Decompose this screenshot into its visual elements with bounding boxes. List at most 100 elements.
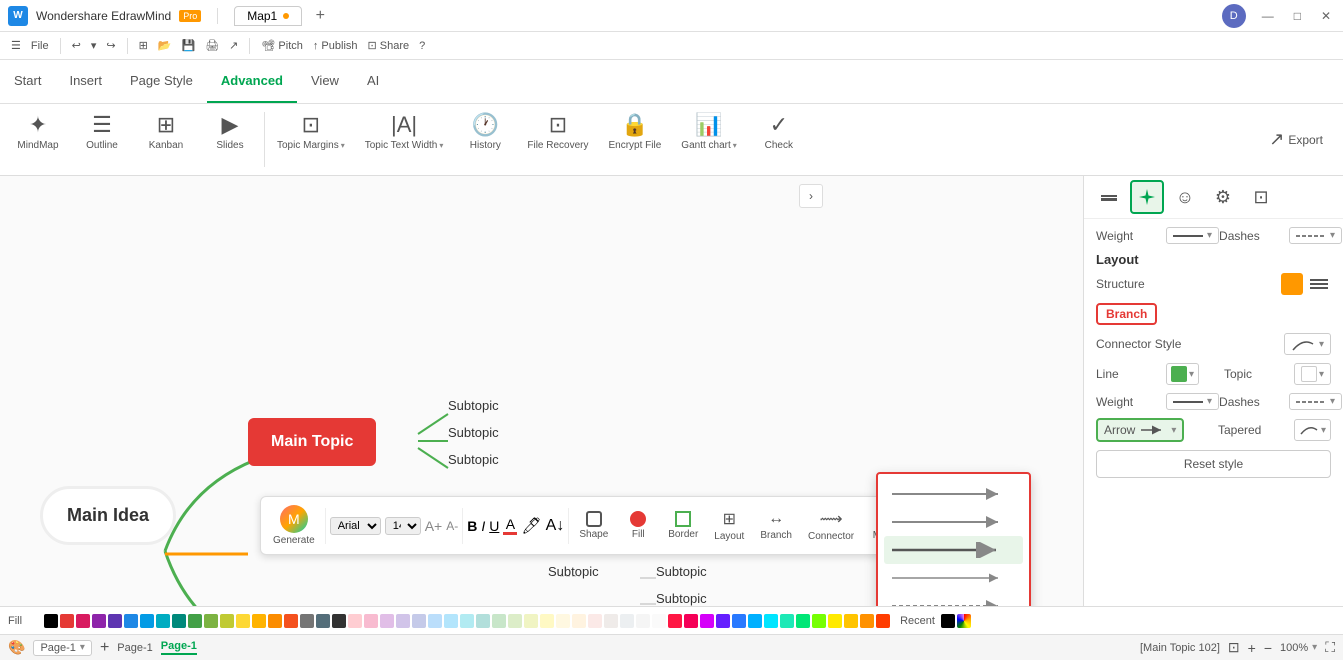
color-swatch[interactable] — [780, 614, 794, 628]
line-color-control[interactable]: ▾ — [1166, 363, 1199, 385]
menu-button[interactable]: ☰ — [8, 37, 24, 54]
color-swatch[interactable] — [588, 614, 602, 628]
color-swatch[interactable] — [860, 614, 874, 628]
color-swatch[interactable] — [268, 614, 282, 628]
help-button[interactable]: ? — [416, 38, 428, 54]
subtopic-3[interactable]: Subtopic — [448, 452, 499, 467]
color-swatch[interactable] — [188, 614, 202, 628]
dashes-selector[interactable]: ▾ — [1289, 227, 1342, 244]
color-swatch[interactable] — [396, 614, 410, 628]
share-text-button[interactable]: ⊡ Share — [365, 37, 413, 54]
panel-tab-more[interactable]: ⊡ — [1244, 180, 1278, 214]
fill-button[interactable]: Fill — [618, 507, 658, 544]
branch-weight-control[interactable]: ▾ — [1166, 393, 1219, 410]
color-swatch[interactable] — [284, 614, 298, 628]
weight-control[interactable]: ▾ — [1166, 227, 1219, 244]
topic-selector[interactable]: ▾ — [1294, 363, 1331, 385]
page-dropdown-arrow[interactable]: ▾ — [80, 642, 85, 653]
color-swatch[interactable] — [716, 614, 730, 628]
structure-option-orange[interactable] — [1281, 273, 1303, 295]
color-swatch[interactable] — [124, 614, 138, 628]
encrypt-file-group[interactable]: 🔒 Encrypt File — [601, 108, 670, 171]
color-swatch[interactable] — [252, 614, 266, 628]
color-swatch[interactable] — [172, 614, 186, 628]
color-swatch[interactable] — [476, 614, 490, 628]
pitch-button[interactable]: 📽 Pitch — [258, 37, 305, 54]
color-swatch[interactable] — [428, 614, 442, 628]
font-family-select[interactable]: Arial — [330, 517, 381, 535]
color-swatch[interactable] — [524, 614, 538, 628]
color-swatch[interactable] — [92, 614, 106, 628]
arrow-option-1[interactable] — [884, 480, 1023, 508]
subtopic-mid-3[interactable]: Subtopic — [656, 591, 707, 606]
structure-control[interactable] — [1281, 273, 1331, 295]
tab-start[interactable]: Start — [0, 60, 55, 103]
reset-style-button[interactable]: Reset style — [1096, 450, 1331, 478]
color-swatch[interactable] — [844, 614, 858, 628]
maximize-button[interactable]: □ — [1290, 9, 1305, 23]
add-page-button[interactable]: + — [100, 639, 109, 657]
view-mode-mindmap[interactable]: ✦ MindMap — [8, 108, 68, 171]
color-swatch[interactable] — [140, 614, 154, 628]
view-mode-slides[interactable]: ▶ Slides — [200, 108, 260, 171]
topic-control[interactable]: ▾ — [1294, 363, 1331, 385]
branch-dashes-selector[interactable]: ▾ — [1289, 393, 1342, 410]
color-swatch[interactable] — [444, 614, 458, 628]
color-swatch[interactable] — [348, 614, 362, 628]
subtopic-2[interactable]: Subtopic — [448, 425, 499, 440]
redo-button[interactable]: ↪ — [103, 37, 118, 54]
color-swatch[interactable] — [668, 614, 682, 628]
minimize-button[interactable]: — — [1258, 9, 1278, 23]
arrow-control-highlighted[interactable]: Arrow ▾ — [1096, 418, 1184, 442]
highlight-button[interactable]: 🖊 — [521, 516, 541, 536]
generate-button[interactable]: M Generate — [267, 501, 321, 550]
main-topic-1-node[interactable]: Main Topic — [248, 418, 376, 466]
color-swatch[interactable] — [876, 614, 890, 628]
color-swatch[interactable] — [44, 614, 58, 628]
subtopic-mid-1[interactable]: Subtopic — [548, 564, 599, 579]
new-button[interactable]: ⊞ — [136, 37, 151, 54]
avatar[interactable]: D — [1222, 4, 1246, 28]
arrow-option-5[interactable] — [884, 592, 1023, 606]
dashes-control[interactable]: ▾ — [1289, 227, 1342, 244]
recent-swatch-color-wheel[interactable] — [957, 614, 971, 628]
check-group[interactable]: ✓ Check — [749, 108, 809, 171]
color-swatch[interactable] — [332, 614, 346, 628]
gantt-chart-group[interactable]: 📊 Gantt chart ▾ — [673, 108, 744, 171]
font-size-increase[interactable]: A+ — [425, 518, 443, 534]
page-tab-inactive[interactable]: Page-1 — [117, 642, 152, 654]
color-swatch[interactable] — [684, 614, 698, 628]
color-swatch[interactable] — [28, 614, 42, 628]
color-swatch[interactable] — [540, 614, 554, 628]
save-button[interactable]: 💾 — [179, 37, 199, 54]
line-color-selector[interactable]: ▾ — [1166, 363, 1199, 385]
publish-button[interactable]: ↑ Publish — [310, 38, 361, 54]
view-mode-outline[interactable]: ☰ Outline — [72, 108, 132, 171]
color-swatch[interactable] — [652, 614, 666, 628]
topic-margins-group[interactable]: ⊡ Topic Margins ▾ — [269, 108, 353, 171]
panel-tab-sparkle[interactable] — [1130, 180, 1164, 214]
color-swatch[interactable] — [60, 614, 74, 628]
branch-dashes-control[interactable]: ▾ — [1289, 393, 1342, 410]
close-button[interactable]: ✕ — [1317, 9, 1335, 23]
panel-tab-weight[interactable] — [1092, 180, 1126, 214]
share-btn[interactable]: ↗ — [226, 37, 241, 54]
color-swatch[interactable] — [620, 614, 634, 628]
weight-selector[interactable]: ▾ — [1166, 227, 1219, 244]
topic-text-width-group[interactable]: |A| Topic Text Width ▾ — [357, 108, 452, 171]
file-recovery-group[interactable]: ⊡ File Recovery — [519, 108, 596, 171]
connector-style-control[interactable]: ▾ — [1284, 333, 1331, 355]
tab-view[interactable]: View — [297, 60, 353, 103]
file-button[interactable]: File — [28, 38, 52, 54]
undo-button[interactable]: ↩ — [69, 37, 84, 54]
color-swatch[interactable] — [796, 614, 810, 628]
color-swatch[interactable] — [316, 614, 330, 628]
tab-ai[interactable]: AI — [353, 60, 393, 103]
connector-button[interactable]: ⟿ Connector — [802, 505, 860, 546]
subtopic-1[interactable]: Subtopic — [448, 398, 499, 413]
color-swatch[interactable] — [108, 614, 122, 628]
branch-button[interactable]: ↔ Branch — [754, 506, 798, 545]
page-tab-active[interactable]: Page-1 — [161, 640, 197, 655]
color-swatch[interactable] — [204, 614, 218, 628]
color-swatch[interactable] — [380, 614, 394, 628]
